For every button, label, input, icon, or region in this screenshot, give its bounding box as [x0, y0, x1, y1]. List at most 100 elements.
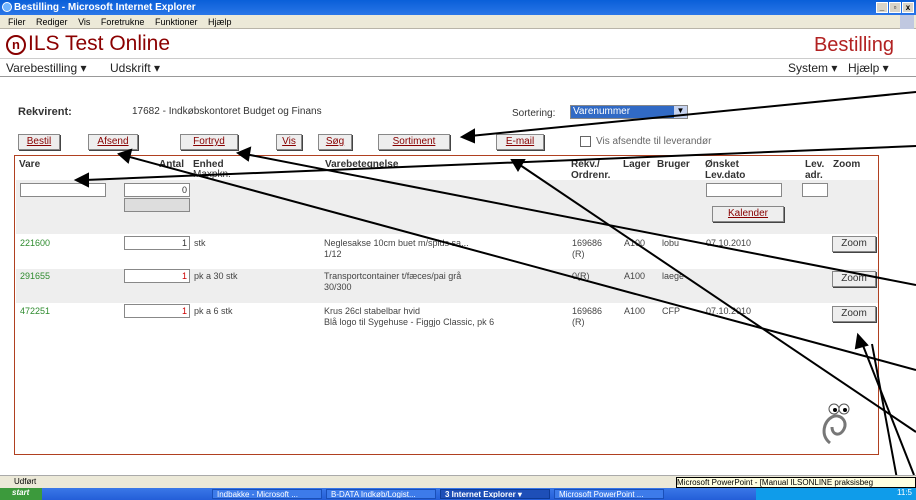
col-varebetegnelse: Varebetegnelse: [325, 159, 399, 170]
windows-taskbar: start Indbakke - Microsoft ... B-DATA In…: [0, 488, 916, 500]
bruger-text: CFP: [662, 306, 680, 316]
clippy-assistant-icon[interactable]: [818, 395, 858, 447]
antal-input[interactable]: 1: [124, 269, 190, 283]
email-button[interactable]: E-mail: [496, 134, 544, 150]
maximize-icon[interactable]: ▫: [889, 2, 901, 13]
rekvirent-label: Rekvirent:: [18, 106, 72, 118]
varebetegnelse-line2: 1/12: [324, 249, 342, 259]
nav-hjaelp[interactable]: Hjælp ▾: [848, 61, 889, 75]
close-icon[interactable]: x: [902, 2, 914, 13]
antal-input[interactable]: 1: [124, 304, 190, 318]
window-title: Bestilling - Microsoft Internet Explorer: [14, 2, 196, 13]
menu-funktioner[interactable]: Funktioner: [155, 17, 198, 27]
browser-statusbar: Udført Microsoft PowerPoint - [Manual IL…: [0, 475, 916, 488]
rekv-line2: (R): [572, 317, 585, 327]
col-rekv: Rekv./ Ordrenr.: [571, 159, 611, 181]
menu-hjaelp[interactable]: Hjælp: [208, 17, 232, 27]
vis-button[interactable]: Vis: [276, 134, 302, 150]
taskbar-item[interactable]: Microsoft PowerPoint ...: [554, 489, 664, 499]
start-button[interactable]: start: [0, 488, 42, 500]
app-title: ILS Test Online: [28, 32, 171, 55]
col-bruger: Bruger: [657, 159, 690, 170]
sortering-label: Sortering:: [512, 108, 556, 119]
status-text: Udført: [14, 477, 37, 486]
varebetegnelse-line2: 30/300: [324, 282, 352, 292]
fortryd-button[interactable]: Fortryd: [180, 134, 238, 150]
vare-link[interactable]: 472251: [20, 306, 50, 316]
bruger-text: laege: [662, 271, 685, 281]
rekv-text: 169686: [572, 238, 603, 248]
lager-text: A100: [624, 306, 646, 316]
nav-system[interactable]: System ▾: [788, 61, 837, 75]
rekv-line2: (R): [572, 249, 585, 259]
col-zoom: Zoom: [833, 159, 861, 170]
taskbar-item[interactable]: B-DATA Indkøb/Logist...: [326, 489, 436, 499]
browser-menubar: Filer Rediger Vis Foretrukne Funktioner …: [0, 15, 916, 29]
menu-rediger[interactable]: Rediger: [36, 17, 68, 27]
varebetegnelse-text: Krus 26cl stabelbar hvid: [324, 306, 421, 316]
menu-foretrukne[interactable]: Foretrukne: [101, 17, 145, 27]
col-antal: Antal: [159, 159, 184, 170]
col-lager: Lager: [623, 159, 651, 170]
zoom-button[interactable]: Zoom: [832, 271, 876, 287]
arrow-head: [459, 128, 475, 144]
vare-filter-input[interactable]: [20, 183, 106, 197]
table-row[interactable]: 221600 1 stk Neglesakse 10cm buet m/spid…: [16, 236, 878, 268]
rekv-text: 0(R): [572, 271, 590, 281]
dato-text: 07.10.2010: [706, 306, 752, 316]
antal-input[interactable]: 1: [124, 236, 190, 250]
col-vare: Vare: [19, 159, 41, 170]
enhed-text: pk a 30 stk: [194, 271, 238, 281]
sortering-value: Varenummer: [573, 106, 631, 117]
minimize-icon[interactable]: _: [876, 2, 888, 13]
chevron-down-icon[interactable]: ▼: [674, 106, 687, 118]
vare-link[interactable]: 291655: [20, 271, 50, 281]
table-row[interactable]: 291655 1 pk a 30 stk Transportcontainer …: [16, 269, 878, 303]
app-navbar: Varebestilling ▾ Udskrift ▾ System ▾ Hjæ…: [0, 59, 916, 77]
sortering-select[interactable]: Varenummer ▼: [570, 105, 688, 119]
vis-afsendte-checkbox[interactable]: [580, 136, 591, 147]
lager-text: A100: [624, 238, 646, 248]
windows-logo-icon: [900, 15, 914, 29]
levadr-filter-input[interactable]: [802, 183, 828, 197]
filter-row: 0 Kalender: [16, 180, 878, 234]
window-titlebar: Bestilling - Microsoft Internet Explorer…: [0, 0, 916, 15]
nav-varebestilling[interactable]: Varebestilling ▾: [6, 61, 87, 75]
afsend-button[interactable]: Afsend: [88, 134, 138, 150]
zoom-button[interactable]: Zoom: [832, 236, 876, 252]
nav-udskrift[interactable]: Udskrift ▾: [110, 61, 160, 75]
enhed-text: stk: [194, 238, 206, 248]
table-row[interactable]: 472251 1 pk a 6 stk Krus 26cl stabelbar …: [16, 304, 878, 338]
page-title: Bestilling: [813, 34, 894, 56]
col-oensket-dato: Ønsket Lev.dato: [705, 159, 746, 181]
vis-afsendte-label: Vis afsendte til leverandør: [596, 136, 712, 147]
col-lev-adr: Lev. adr.: [805, 159, 825, 181]
menu-vis[interactable]: Vis: [78, 17, 90, 27]
taskbar-item-active[interactable]: 3 Internet Explorer ▾: [440, 489, 550, 499]
varebetegnelse-text: Transportcontainer t/fæces/pai grå: [324, 271, 462, 281]
bestil-button[interactable]: Bestil: [18, 134, 60, 150]
zoom-button[interactable]: Zoom: [832, 306, 876, 322]
vare-link[interactable]: 221600: [20, 238, 50, 248]
lager-text: A100: [624, 271, 646, 281]
soeg-button[interactable]: Søg: [318, 134, 352, 150]
dato-text: 07.10.2010: [706, 238, 752, 248]
varebetegnelse-text: Neglesakse 10cm buet m/spids sa...: [324, 238, 469, 248]
taskbar-tooltip: Microsoft PowerPoint - [Manual ILSONLINE…: [676, 477, 916, 488]
kalender-button[interactable]: Kalender: [712, 206, 784, 222]
order-table: Vare Antal Enhed Maxpkn. Varebetegnelse …: [14, 155, 879, 455]
ils-logo: n: [6, 35, 26, 55]
taskbar-item[interactable]: Indbakke - Microsoft ...: [212, 489, 322, 499]
rekv-text: 169686: [572, 306, 603, 316]
dato-filter-input[interactable]: [706, 183, 782, 197]
sortiment-button[interactable]: Sortiment: [378, 134, 450, 150]
maxpkn-filter-input[interactable]: [124, 198, 190, 212]
antal-filter-input[interactable]: 0: [124, 183, 190, 197]
bruger-text: lobu: [662, 238, 680, 248]
app-header: n ILS Test Online Bestilling: [0, 29, 916, 59]
menu-filer[interactable]: Filer: [8, 17, 26, 27]
window-controls: _ ▫ x: [876, 2, 914, 13]
varebetegnelse-line2: Blå logo til Sygehuse - Figgjo Classic, …: [324, 317, 495, 327]
enhed-text: pk a 6 stk: [194, 306, 233, 316]
ie-icon: [2, 2, 12, 12]
